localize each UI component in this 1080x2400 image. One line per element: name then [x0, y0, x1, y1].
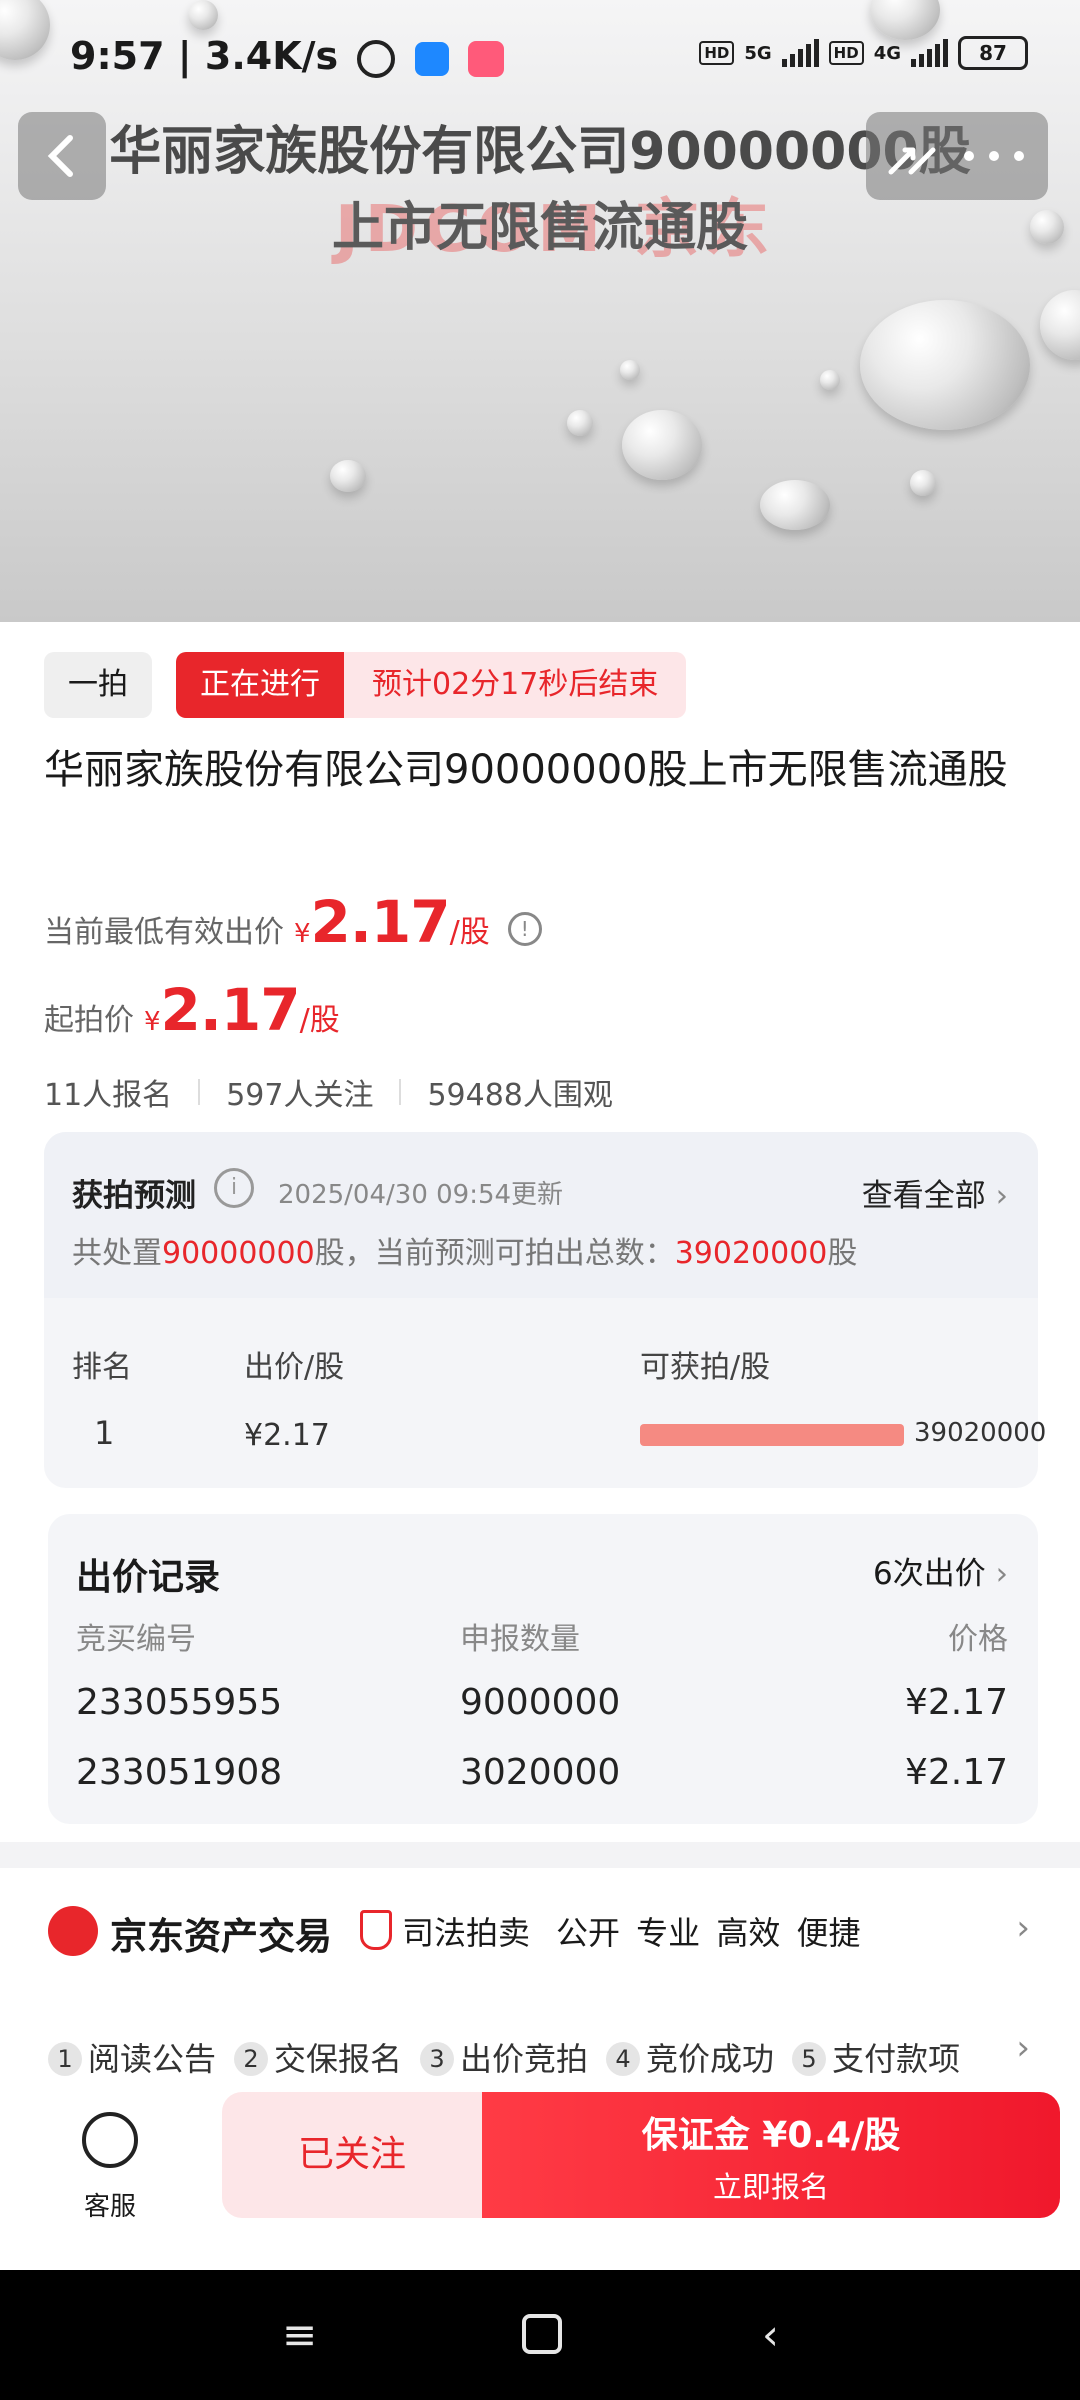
view-all-link[interactable]: 查看全部 ›: [862, 1170, 1008, 1215]
customer-service-button[interactable]: 客服: [60, 2092, 160, 2242]
predict-bar: [640, 1424, 904, 1446]
more-icon[interactable]: [959, 146, 1029, 166]
step-item: 1 阅读公告: [48, 2034, 216, 2080]
step-item: 5 支付款项: [792, 2034, 960, 2080]
status-bar: 9:57 | 3.4K/s HD 5G HD 4G 87: [0, 0, 1080, 110]
col-bidder-id: 竞买编号: [76, 1622, 196, 1657]
signup-label: 立即报名: [712, 2170, 829, 2204]
lowest-price-label: 当前最低有效出价: [44, 915, 284, 950]
prediction-panel: 获拍预测 i 2025/04/30 09:54更新 查看全部 › 共处置9000…: [44, 1132, 1046, 1488]
info-icon[interactable]: !: [507, 912, 542, 946]
judicial-label: 司法拍卖: [402, 1914, 531, 1952]
step-item: 4 竞价成功: [606, 2034, 774, 2080]
record-qty: 3020000: [460, 1752, 621, 1793]
price-unit-2: /股: [299, 1003, 340, 1038]
customer-service-icon: [82, 2112, 138, 2168]
status-indicators: HD 5G HD 4G 87: [699, 36, 1028, 70]
hero-title-line2: 上市无限售流通股: [331, 198, 748, 258]
hd-icon: HD: [699, 41, 735, 65]
app-notification-icon-2: [467, 40, 504, 77]
network-5g-label: 5G: [744, 42, 772, 64]
steps-row: 1 阅读公告 2 交保报名 3 出价竞拍 4 竞价成功 5 支付款项: [48, 2034, 960, 2080]
row-rank: 1: [94, 1414, 115, 1452]
brand-slogan: 公开 专业 高效 便捷: [556, 1914, 861, 1952]
auction-title: 华丽家族股份有限公司90000000股上市无限售流通股: [44, 747, 1008, 793]
menu-icon[interactable]: ≡: [282, 2310, 317, 2359]
chevron-right-icon: ›: [1016, 1908, 1030, 1948]
network-4g-label: 4G: [873, 42, 901, 64]
chevron-left-icon: [47, 135, 73, 177]
prediction-header: [44, 1132, 1038, 1298]
follower-count: 597人关注: [226, 1078, 374, 1113]
record-price: ¥2.17: [904, 1752, 1008, 1793]
start-price-label: 起拍价: [44, 1003, 134, 1038]
divider: [198, 1079, 201, 1105]
chevron-right-icon: ›: [995, 1178, 1008, 1214]
prediction-heading: 获拍预测: [72, 1178, 196, 1214]
prediction-summary: 共处置90000000股，当前预测可拍出总数：39020000股: [72, 1236, 858, 1271]
hd-icon-2: HD: [828, 41, 864, 65]
status-time: 9:57 | 3.4K/s: [70, 34, 504, 78]
follow-button[interactable]: 已关注: [222, 2092, 482, 2218]
lowest-price-value: 2.17: [310, 888, 451, 956]
col-qty: 可获拍/股: [640, 1350, 771, 1385]
stats-row: 11人报名 597人关注 59488人围观: [44, 1070, 613, 1114]
brand-name: 京东资产交易: [110, 1915, 332, 1958]
shield-icon: [360, 1910, 392, 1950]
records-count-link[interactable]: 6次出价 ›: [873, 1548, 1008, 1593]
customer-service-label: 客服: [84, 2192, 137, 2222]
record-price: ¥2.17: [904, 1682, 1008, 1723]
price-unit: /股: [449, 915, 490, 950]
divider: [399, 1079, 402, 1105]
currency-symbol: ¥: [294, 919, 311, 949]
countdown-text: 预计02分17秒后结束: [344, 652, 687, 718]
hero-banner: JDCOM 京东 华丽家族股份有限公司90000000股 上市无限售流通股 9:…: [0, 0, 1080, 622]
back-button[interactable]: [18, 112, 106, 200]
col-price: 出价/股: [244, 1350, 345, 1385]
deposit-label: 保证金 ¥0.4/股: [641, 2115, 901, 2156]
bid-records-panel: 出价记录 6次出价 › 竞买编号 申报数量 价格 233055955 90000…: [48, 1514, 1038, 1824]
records-heading: 出价记录: [76, 1557, 221, 1598]
start-price-row: 起拍价 ¥ 2.17 /股: [44, 976, 340, 1044]
header-actions: [866, 112, 1048, 200]
signal-icon: [781, 39, 819, 67]
signal-icon-2: [911, 39, 948, 67]
system-nav-bar: ≡ ‹: [0, 2270, 1080, 2400]
record-qty: 9000000: [460, 1682, 621, 1723]
status-tag: 正在进行 预计02分17秒后结束: [176, 652, 687, 718]
step-item: 2 交保报名: [234, 2034, 402, 2080]
lowest-price-row: 当前最低有效出价 ¥ 2.17 /股 !: [44, 888, 542, 956]
col-quantity: 申报数量: [460, 1622, 580, 1657]
action-bar: 客服 已关注 保证金 ¥0.4/股 立即报名: [0, 2076, 1080, 2270]
battery-icon: 87: [958, 36, 1028, 70]
app-notification-icon: [414, 41, 449, 76]
jd-logo-icon: [48, 1906, 98, 1956]
signup-count: 11人报名: [44, 1078, 173, 1113]
round-tag: 一拍: [44, 652, 152, 718]
back-nav-icon[interactable]: ‹: [762, 2310, 779, 2359]
share-icon[interactable]: [885, 132, 941, 180]
col-rank: 排名: [72, 1350, 132, 1385]
viewer-count: 59488人围观: [427, 1078, 613, 1113]
currency-symbol-2: ¥: [144, 1007, 161, 1037]
record-id: 233055955: [76, 1682, 283, 1723]
col-bid-price: 价格: [948, 1622, 1008, 1657]
auction-detail: 一拍 正在进行 预计02分17秒后结束 华丽家族股份有限公司90000000股上…: [0, 622, 1080, 1842]
alarm-icon: [357, 39, 396, 78]
record-id: 233051908: [76, 1752, 283, 1793]
prediction-updated: 2025/04/30 09:54更新: [278, 1180, 564, 1210]
signup-button[interactable]: 保证金 ¥0.4/股 立即报名: [482, 2092, 1060, 2218]
help-icon[interactable]: i: [214, 1168, 254, 1208]
start-price-value: 2.17: [160, 976, 301, 1044]
step-item: 3 出价竞拍: [420, 2034, 588, 2080]
steps-more-icon[interactable]: ›: [1016, 2028, 1030, 2068]
row-price: ¥2.17: [244, 1418, 330, 1453]
status-badge: 正在进行: [176, 652, 344, 718]
row-qty: 39020000: [914, 1418, 1047, 1448]
home-icon[interactable]: [522, 2314, 562, 2354]
brand-strip[interactable]: 京东资产交易 司法拍卖 公开 专业 高效 便捷 ›: [0, 1868, 1080, 1988]
chevron-right-icon: ›: [995, 1556, 1008, 1592]
